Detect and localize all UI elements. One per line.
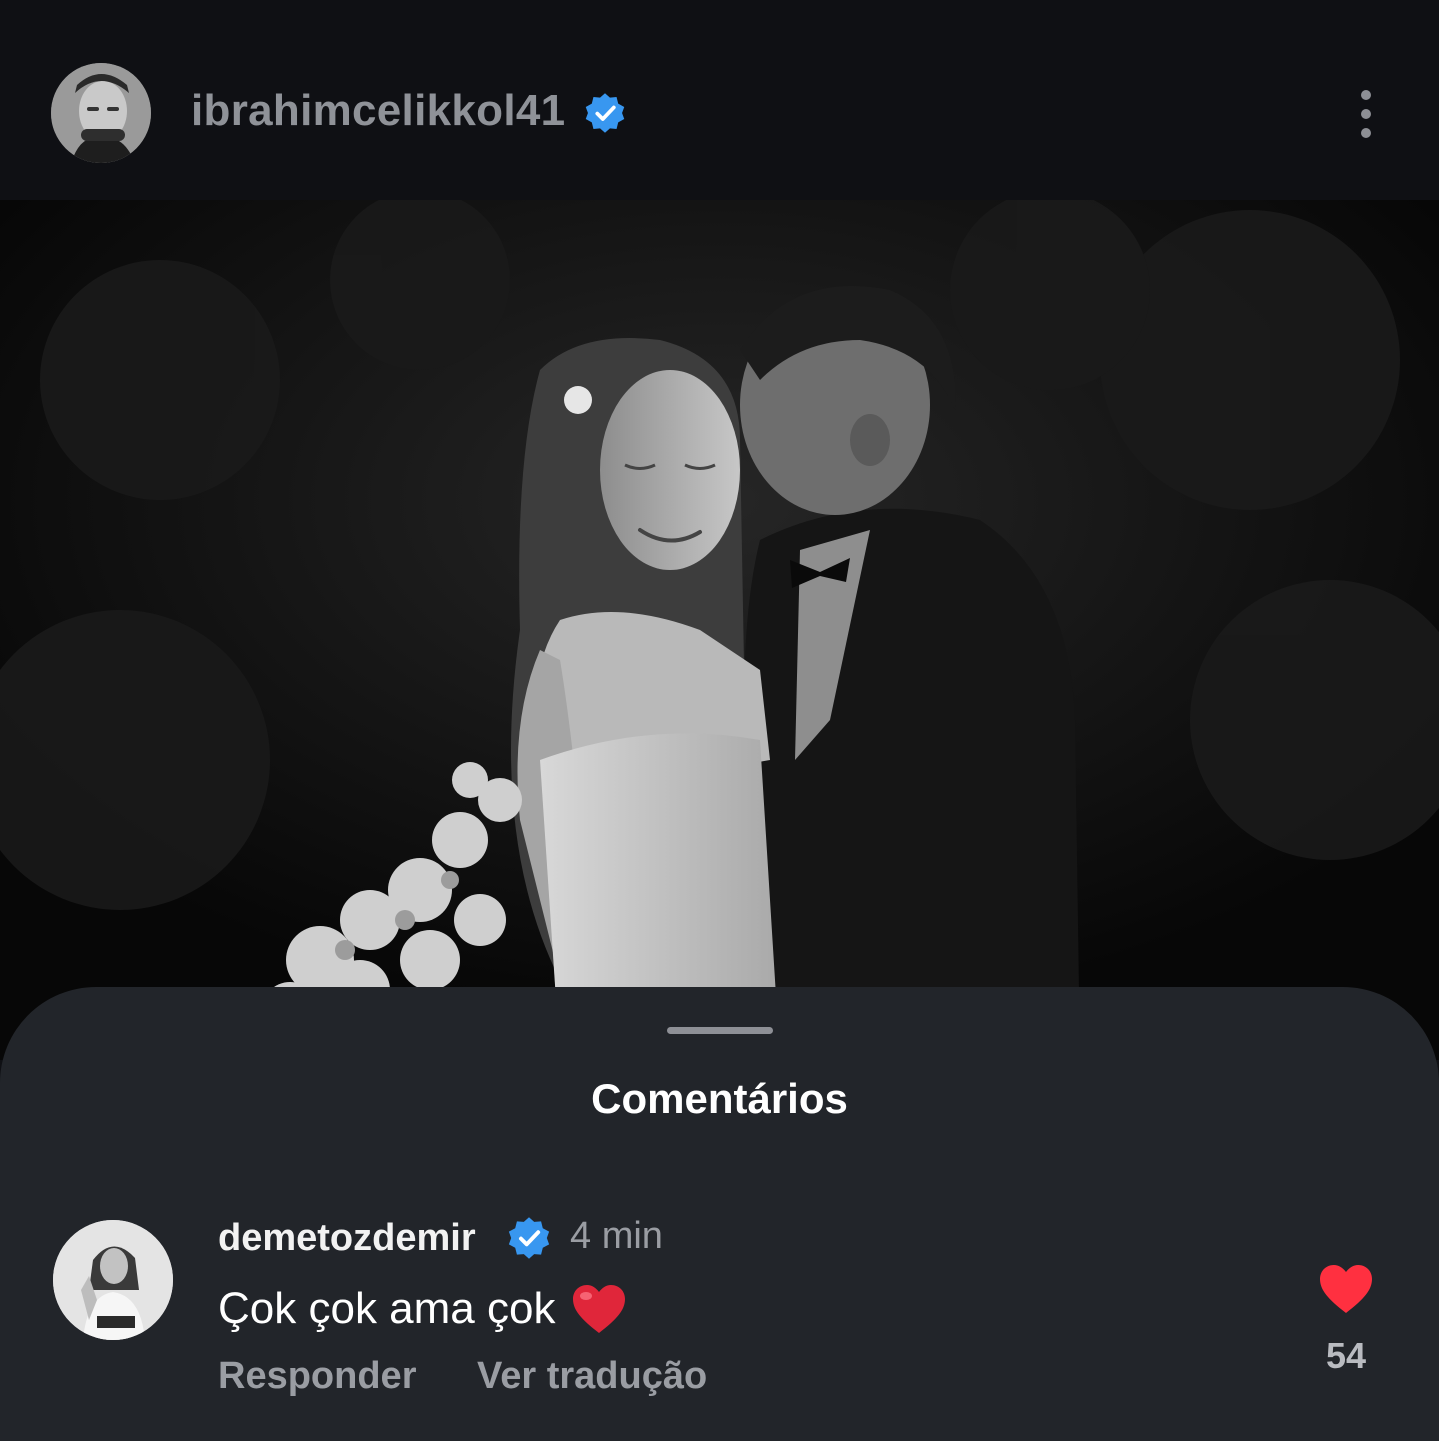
- commenter-username[interactable]: demetozdemir: [218, 1217, 476, 1260]
- more-vertical-icon-dot: [1361, 109, 1371, 119]
- post-header: ibrahimcelikkol41: [0, 0, 1439, 200]
- comment-timestamp: 4 min: [570, 1215, 663, 1257]
- post-image[interactable]: [0, 200, 1439, 1060]
- wedding-photo: [0, 200, 1439, 1060]
- more-options-button[interactable]: [1346, 84, 1386, 144]
- avatar-portrait-image: [51, 63, 151, 163]
- sheet-drag-handle[interactable]: [667, 1027, 773, 1034]
- comment-body: Çok çok ama çok: [218, 1283, 627, 1335]
- more-vertical-icon-dot: [1361, 128, 1371, 138]
- commenter-avatar[interactable]: [53, 1220, 173, 1340]
- comments-title: Comentários: [591, 1075, 848, 1122]
- heart-icon[interactable]: [1318, 1263, 1374, 1315]
- instagram-post-screen: ibrahimcelikkol41 Comentários demetozdem…: [0, 0, 1439, 1441]
- post-author-username[interactable]: ibrahimcelikkol41: [191, 86, 565, 136]
- verified-badge-icon: [508, 1217, 550, 1259]
- red-heart-emoji-icon: [573, 1285, 626, 1333]
- see-translation-button[interactable]: Ver tradução: [477, 1355, 707, 1398]
- reply-button[interactable]: Responder: [218, 1355, 416, 1398]
- comment-text: Çok çok ama çok: [218, 1284, 556, 1333]
- more-vertical-icon: [1361, 90, 1371, 100]
- verified-badge-icon: [585, 93, 625, 133]
- comments-sheet: Comentários demetozdemir 4 min Çok çok a…: [0, 987, 1439, 1441]
- post-author-avatar[interactable]: [51, 63, 151, 163]
- comment-like-count: 54: [1325, 1335, 1367, 1376]
- commenter-portrait-image: [53, 1220, 173, 1340]
